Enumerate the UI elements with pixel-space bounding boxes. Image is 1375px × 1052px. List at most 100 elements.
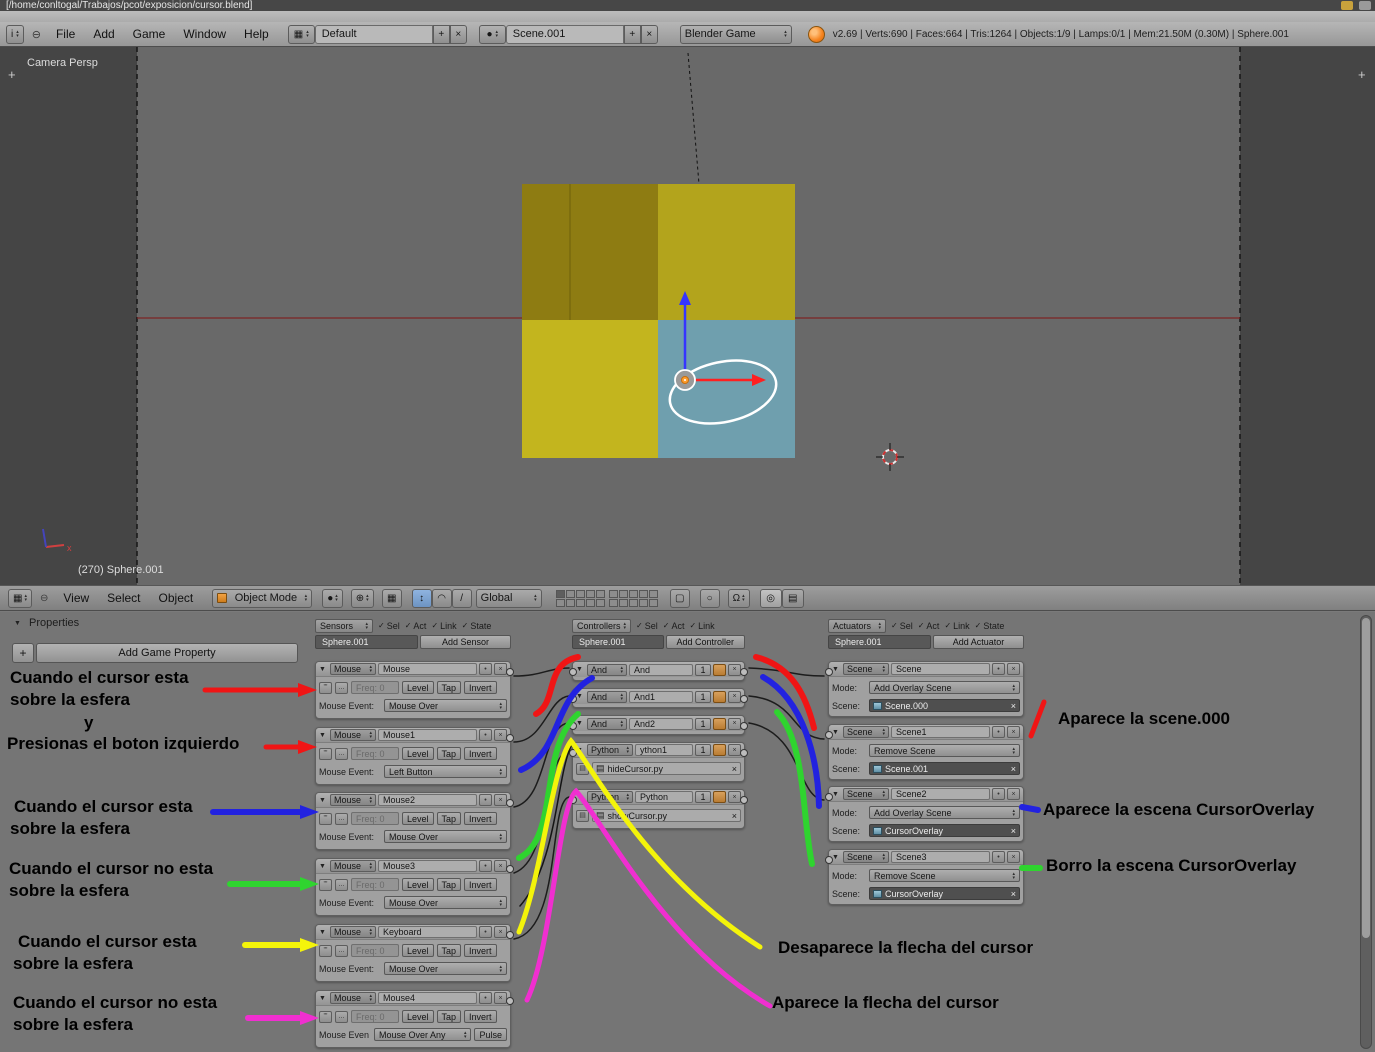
viewport-3d[interactable]: x + + Camera Persp (270) Sphere.001 [0,47,1375,585]
invert-button[interactable]: Invert [464,878,497,891]
pulse-false-button[interactable]: ... [335,1010,348,1023]
editor-type-button-info[interactable]: i ▴ ▾ [6,24,24,44]
controller-type-dropdown[interactable]: And ▴ ▾ [587,690,627,703]
pivot-point-dropdown[interactable]: ⊕ ▴ ▾ [350,588,374,608]
manipulator-scale-button[interactable]: / [451,588,472,608]
controller-type-dropdown[interactable]: Python ▴ ▾ [587,791,633,803]
collapse-icon[interactable]: ▼ [832,854,841,861]
collapse-icon[interactable]: ▼ [832,666,841,673]
sensors-toggle-state[interactable]: ✓ State [462,621,492,631]
pulse-true-button[interactable]: ''' [319,1010,332,1023]
editor-type-button-3dview[interactable]: ▦ ▴ ▾ [8,588,32,608]
sensor-type-dropdown[interactable]: Mouse ▴ ▾ [330,926,376,938]
menu-object[interactable]: Object [150,591,203,605]
menu-select[interactable]: Select [98,591,149,605]
pin-icon[interactable]: • [479,860,492,872]
collapse-icon[interactable]: ▼ [319,797,328,804]
controllers-filter-dropdown[interactable]: Controllers ▴ ▾ [572,618,632,633]
menu-game[interactable]: Game [124,27,175,41]
titlebar-icon-1[interactable] [1341,1,1353,10]
scene-name-field[interactable]: Scene.001 [505,24,624,44]
controller-type-dropdown[interactable]: And ▴ ▾ [587,663,627,676]
manipulator-rotate-button[interactable]: ◠ [431,588,452,608]
mouse-event-dropdown[interactable]: Left Button ▴ ▾ [384,765,507,778]
collapse-icon[interactable]: ▼ [576,794,585,801]
scene-select-field[interactable]: CursorOverlay × [869,824,1020,837]
screen-layout-add-button[interactable]: + [432,24,450,44]
actuator-name-field[interactable]: Scene [891,663,990,675]
controller-name-field[interactable]: And [629,663,693,676]
mouse-event-dropdown[interactable]: Mouse Over ▴ ▾ [384,699,507,712]
manipulator-translate-button[interactable]: ↕ [411,588,432,608]
collapse-menus-icon[interactable]: ⊖ [40,593,48,604]
pulse-true-button[interactable]: ''' [319,944,332,957]
state-grid-icon[interactable] [713,717,726,730]
delete-icon[interactable]: × [728,663,741,676]
state-index-field[interactable]: 1 [695,717,711,730]
scene-select-field[interactable]: Scene.000 × [869,699,1020,712]
add-actuator-button[interactable]: Add Actuator [933,635,1024,649]
properties-panel-header[interactable]: ▼ Properties [14,617,79,629]
delete-icon[interactable]: × [1007,663,1020,675]
delete-icon[interactable]: × [1007,726,1020,738]
delete-icon[interactable]: × [728,744,741,756]
clear-scene-icon[interactable]: × [1011,889,1016,899]
sensors-toggle-link[interactable]: ✓ Link [431,621,456,631]
collapse-icon[interactable]: ▼ [319,929,328,936]
mode-dropdown[interactable]: Remove Scene ▴ ▾ [869,869,1020,882]
invert-button[interactable]: Invert [464,1010,497,1023]
scene-add-button[interactable]: + [623,24,641,44]
delete-icon[interactable]: × [728,791,741,803]
pulse-false-button[interactable]: ... [335,878,348,891]
controllers-toggle-sel[interactable]: ✓ Sel [636,621,658,631]
frequency-field[interactable]: Freq: 0 [351,878,399,891]
delete-icon[interactable]: × [494,926,507,938]
pulse-false-button[interactable]: ... [335,944,348,957]
state-index-field[interactable]: 1 [695,690,711,703]
delete-icon[interactable]: × [494,860,507,872]
mouse-event-dropdown[interactable]: Mouse Over Any ▴ ▾ [374,1028,472,1041]
pulse-true-button[interactable]: ''' [319,747,332,760]
pin-icon[interactable]: • [479,729,492,741]
frequency-field[interactable]: Freq: 0 [351,944,399,957]
delete-icon[interactable]: × [728,717,741,730]
script-browse-icon[interactable]: ▤ [576,809,589,822]
actuator-name-field[interactable]: Scene1 [891,726,990,738]
state-index-field[interactable]: 1 [695,791,711,803]
menu-add[interactable]: Add [84,27,123,41]
clear-script-icon[interactable]: × [732,811,737,821]
plane-mesh-quads[interactable] [522,184,795,458]
frequency-field[interactable]: Freq: 0 [351,681,399,694]
scene-browse-button[interactable]: ● ▴ ▾ [478,24,506,44]
state-index-field[interactable]: 1 [695,663,711,676]
state-grid-icon[interactable] [713,744,726,756]
invert-button[interactable]: Invert [464,812,497,825]
level-button[interactable]: Level [402,878,434,891]
clear-scene-icon[interactable]: × [1011,701,1016,711]
actuator-type-dropdown[interactable]: Scene ▴ ▾ [843,663,889,675]
pin-icon[interactable]: • [992,726,1005,738]
tap-button[interactable]: Tap [436,747,462,760]
transform-orientation-dropdown[interactable]: Global ▴ ▾ [475,588,542,608]
frequency-field[interactable]: Freq: 0 [351,812,399,825]
menu-view[interactable]: View [54,591,98,605]
tap-button[interactable]: Tap [436,944,462,957]
pulse-true-button[interactable]: ''' [319,878,332,891]
controller-name-field[interactable]: ython1 [635,744,693,756]
script-field[interactable]: ▤ hideCursor.py × [592,762,741,775]
scene-delete-button[interactable]: × [640,24,658,44]
script-field[interactable]: ▤ showCursor.py × [592,809,741,822]
state-grid-icon[interactable] [713,791,726,803]
controller-type-dropdown[interactable]: And ▴ ▾ [587,717,627,730]
controller-name-field[interactable]: And1 [629,690,693,703]
pulse-false-button[interactable]: ... [335,812,348,825]
sensors-toggle-act[interactable]: ✓ Act [405,621,427,631]
actuators-toggle-act[interactable]: ✓ Act [918,621,940,631]
clear-scene-icon[interactable]: × [1011,764,1016,774]
sensor-name-field[interactable]: Mouse4 [378,992,477,1004]
pin-icon[interactable]: • [479,992,492,1004]
menu-window[interactable]: Window [174,27,235,41]
titlebar-icon-2[interactable] [1359,1,1371,10]
actuators-toggle-state[interactable]: ✓ State [975,621,1005,631]
invert-button[interactable]: Invert [464,681,497,694]
